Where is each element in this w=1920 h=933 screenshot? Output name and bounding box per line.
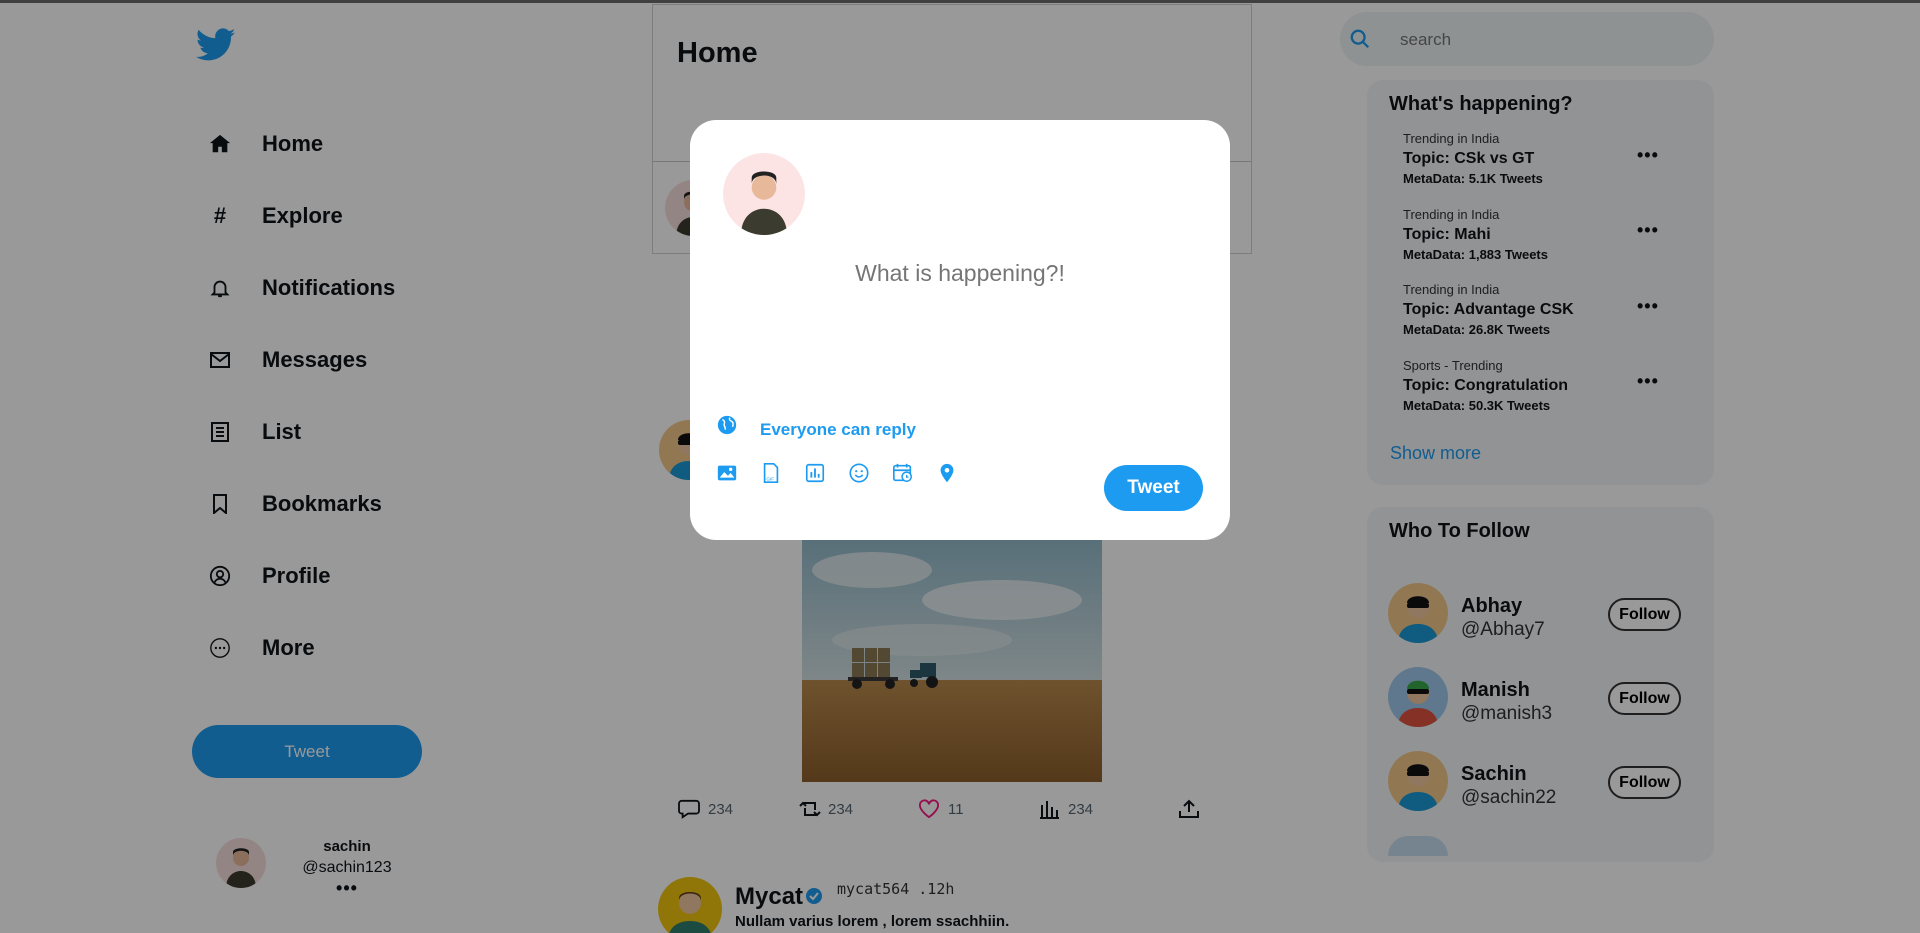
schedule-icon[interactable] xyxy=(892,462,914,484)
compose-modal-avatar xyxy=(723,153,805,235)
tweet-text-input[interactable] xyxy=(720,253,1200,293)
svg-text:GIF: GIF xyxy=(766,476,774,481)
gif-icon[interactable]: GIF xyxy=(760,462,782,484)
image-icon[interactable] xyxy=(716,462,738,484)
reply-setting-button[interactable]: Everyone can reply xyxy=(760,420,916,440)
emoji-icon[interactable] xyxy=(848,462,870,484)
location-icon[interactable] xyxy=(936,462,958,484)
globe-icon[interactable] xyxy=(716,414,738,436)
compose-tweet-modal: Everyone can reply GIF Tweet xyxy=(690,120,1230,540)
poll-icon[interactable] xyxy=(804,462,826,484)
submit-tweet-button[interactable]: Tweet xyxy=(1104,465,1203,511)
